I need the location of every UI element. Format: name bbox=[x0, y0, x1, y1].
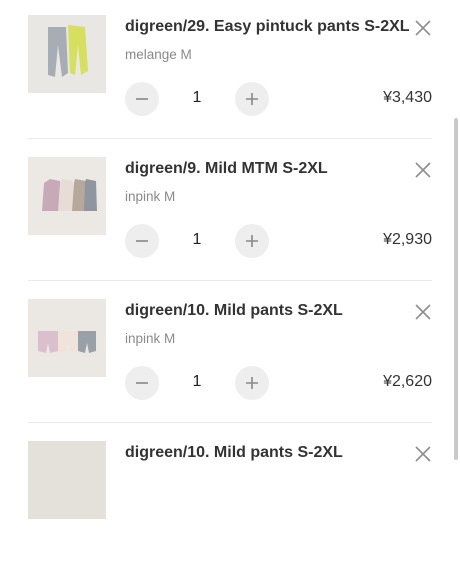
plus-icon bbox=[246, 93, 258, 105]
quantity-value: 1 bbox=[192, 89, 202, 106]
product-option: melange M bbox=[125, 47, 192, 62]
plus-icon bbox=[246, 377, 258, 389]
remove-item-button[interactable] bbox=[413, 444, 433, 464]
close-icon bbox=[415, 162, 431, 178]
divider bbox=[28, 138, 432, 139]
divider bbox=[28, 280, 432, 281]
cart-item: digreen/9. Mild MTM S-2XL inpink M 1 ¥2,… bbox=[0, 142, 460, 284]
cart-item: digreen/10. Mild pants S-2XL bbox=[0, 426, 460, 568]
increase-quantity-button[interactable] bbox=[235, 366, 269, 400]
quantity-value: 1 bbox=[192, 373, 202, 390]
product-name[interactable]: digreen/29. Easy pintuck pants S-2XL bbox=[125, 18, 410, 36]
increase-quantity-button[interactable] bbox=[235, 224, 269, 258]
product-thumbnail[interactable] bbox=[28, 441, 106, 519]
minus-icon bbox=[136, 240, 148, 242]
decrease-quantity-button[interactable] bbox=[125, 224, 159, 258]
product-name[interactable]: digreen/10. Mild pants S-2XL bbox=[125, 444, 343, 462]
remove-item-button[interactable] bbox=[413, 18, 433, 38]
product-thumbnail[interactable] bbox=[28, 157, 106, 235]
cart-item: digreen/10. Mild pants S-2XL inpink M 1 … bbox=[0, 284, 460, 426]
product-option: inpink M bbox=[125, 331, 176, 346]
product-thumbnail[interactable] bbox=[28, 299, 106, 377]
remove-item-button[interactable] bbox=[413, 160, 433, 180]
product-option: inpink M bbox=[125, 189, 176, 204]
product-thumbnail[interactable] bbox=[28, 15, 106, 93]
divider bbox=[28, 422, 432, 423]
remove-item-button[interactable] bbox=[413, 302, 433, 322]
cart-item: digreen/29. Easy pintuck pants S-2XL mel… bbox=[0, 0, 460, 142]
close-icon bbox=[415, 20, 431, 36]
product-name[interactable]: digreen/10. Mild pants S-2XL bbox=[125, 302, 343, 320]
plus-icon bbox=[246, 235, 258, 247]
item-price: ¥3,430 bbox=[383, 89, 432, 106]
minus-icon bbox=[136, 98, 148, 100]
quantity-value: 1 bbox=[192, 231, 202, 248]
item-price: ¥2,620 bbox=[383, 373, 432, 390]
item-price: ¥2,930 bbox=[383, 231, 432, 248]
scrollbar[interactable] bbox=[454, 118, 458, 460]
decrease-quantity-button[interactable] bbox=[125, 366, 159, 400]
minus-icon bbox=[136, 382, 148, 384]
close-icon bbox=[415, 304, 431, 320]
increase-quantity-button[interactable] bbox=[235, 82, 269, 116]
close-icon bbox=[415, 446, 431, 462]
product-name[interactable]: digreen/9. Mild MTM S-2XL bbox=[125, 160, 328, 178]
decrease-quantity-button[interactable] bbox=[125, 82, 159, 116]
